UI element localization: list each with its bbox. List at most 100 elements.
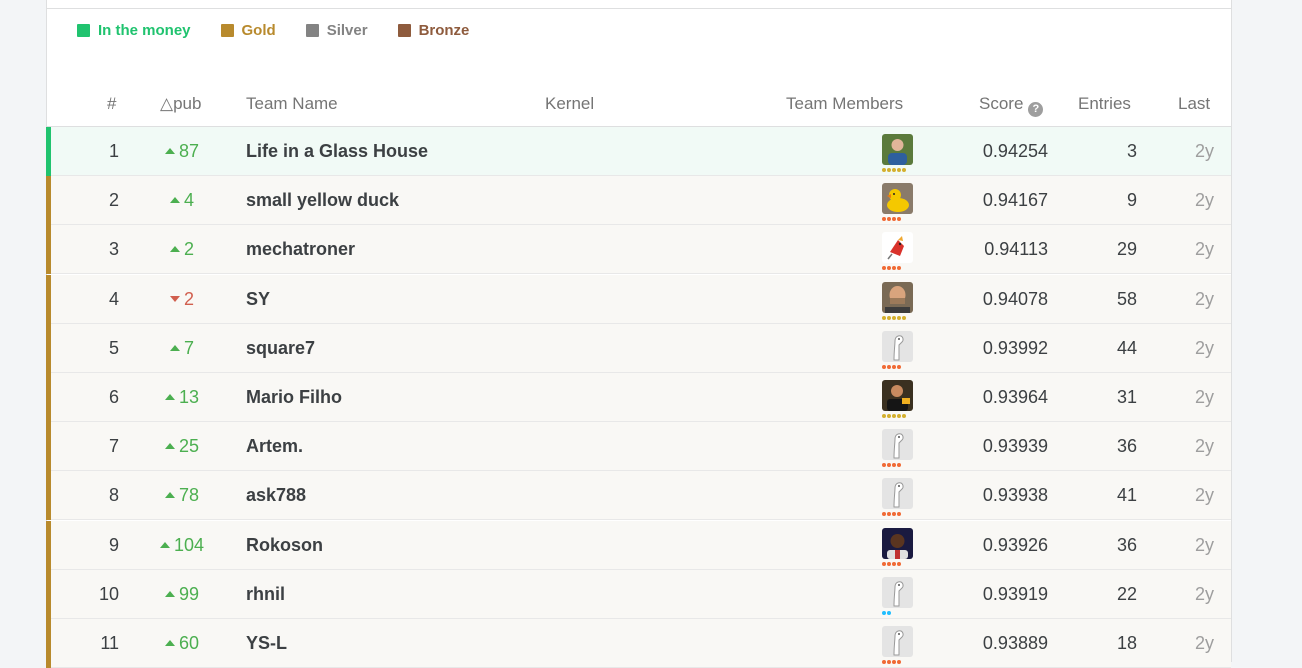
- score-cell: 0.94254: [982, 141, 1048, 161]
- tier-dot: [897, 660, 901, 664]
- col-team-name[interactable]: Team Name: [246, 94, 338, 114]
- delta-cell: 2: [147, 289, 217, 310]
- leaderboard-row[interactable]: 5 7 square7 0.93992 44 2y: [46, 323, 1231, 373]
- team-name-link[interactable]: Rokoson: [246, 535, 323, 556]
- rank-cell: 10: [98, 583, 119, 604]
- tier-dot: [897, 217, 901, 222]
- leaderboard-row[interactable]: 6 13 Mario Filho 0.93964 31 2y: [46, 373, 1231, 422]
- person-blue-shirt-avatar[interactable]: [882, 134, 913, 165]
- tier-dot: [897, 561, 901, 566]
- tier-dot: [902, 315, 906, 320]
- tier-dot: [882, 364, 886, 369]
- legend-swatch: [305, 24, 319, 37]
- leaderboard-row[interactable]: 11 60 YS-L 0.93889 18 2y: [46, 619, 1231, 668]
- rank-cell: 6: [108, 387, 119, 407]
- delta-cell: 87: [147, 141, 217, 162]
- medal-indicator: [46, 619, 51, 668]
- tier-dot: [882, 512, 886, 517]
- medal-indicator: [46, 176, 51, 226]
- default-goose-avatar[interactable]: [882, 330, 913, 362]
- team-name-link[interactable]: mechatroner: [246, 239, 355, 260]
- leaderboard-row[interactable]: 10 99 rhnil 0.93919 22 2y: [46, 569, 1231, 619]
- legend-swatch: [397, 24, 411, 37]
- man-portrait-avatar[interactable]: [882, 527, 913, 559]
- red-bird-avatar[interactable]: [882, 232, 913, 264]
- legend-label: Silver: [326, 22, 368, 39]
- score-cell: 0.93926: [982, 534, 1048, 555]
- col-score[interactable]: Score?: [979, 94, 1044, 117]
- tier-dot: [897, 512, 901, 517]
- delta-value: 104: [173, 534, 205, 555]
- leaderboard-row[interactable]: 1 87 Life in a Glass House 0.94254 3 2y: [46, 127, 1231, 176]
- team-name-link[interactable]: square7: [246, 338, 315, 359]
- entries-cell: 3: [1126, 141, 1137, 161]
- tier-dots: [882, 266, 901, 271]
- default-goose-avatar[interactable]: [882, 626, 913, 657]
- delta-cell: 2: [147, 239, 217, 260]
- tier-dot: [887, 512, 891, 517]
- legend-label: Bronze: [418, 22, 470, 39]
- last-cell: 2y: [1194, 485, 1214, 506]
- medal-legend: In the money Gold Silver Bronze: [77, 22, 499, 39]
- leaderboard-row[interactable]: 9 104 Rokoson 0.93926 36 2y: [46, 520, 1231, 570]
- team-name-link[interactable]: ask788: [246, 485, 306, 506]
- bald-man-avatar[interactable]: [882, 281, 913, 313]
- tier-dot: [897, 414, 901, 418]
- team-name-link[interactable]: SY: [246, 289, 270, 310]
- tier-dot: [887, 315, 891, 320]
- team-name-link[interactable]: rhnil: [246, 584, 285, 605]
- last-cell: 2y: [1194, 583, 1214, 604]
- col-entries[interactable]: Entries: [1078, 94, 1131, 114]
- rubber-duck-avatar[interactable]: [882, 183, 913, 215]
- col-rank[interactable]: #: [107, 94, 116, 114]
- score-cell: 0.93919: [982, 583, 1048, 604]
- tier-dot: [887, 660, 891, 664]
- score-cell: 0.93939: [982, 436, 1048, 457]
- tier-dot: [892, 660, 896, 664]
- tier-dot: [882, 168, 886, 172]
- leaderboard-row[interactable]: 3 2 mechatroner 0.94113 29 2y: [46, 225, 1231, 275]
- score-cell: 0.93964: [982, 387, 1048, 407]
- leaderboard-row[interactable]: 7 25 Artem. 0.93939 36 2y: [46, 422, 1231, 472]
- team-name-link[interactable]: Mario Filho: [246, 387, 342, 408]
- rank-cell: 1: [108, 141, 119, 161]
- team-name-link[interactable]: Artem.: [246, 436, 303, 457]
- entries-cell: 18: [1116, 633, 1137, 653]
- medal-indicator: [46, 323, 51, 373]
- rank-cell: 2: [108, 190, 119, 211]
- man-dark-shirt-avatar[interactable]: [882, 380, 913, 411]
- tier-dot: [887, 217, 891, 222]
- tier-dot: [897, 168, 901, 172]
- tier-dot: [882, 610, 886, 615]
- tier-dot: [892, 315, 896, 320]
- tier-dot: [897, 463, 901, 468]
- tier-dot: [882, 266, 886, 271]
- medal-indicator: [46, 127, 51, 176]
- team-name-link[interactable]: YS-L: [246, 633, 287, 654]
- leaderboard-row[interactable]: 2 4 small yellow duck 0.94167 9 2y: [46, 176, 1231, 226]
- entries-cell: 36: [1116, 436, 1137, 457]
- tier-dot: [882, 463, 886, 468]
- col-kernel[interactable]: Kernel: [545, 94, 594, 114]
- team-name-link[interactable]: small yellow duck: [246, 190, 399, 211]
- legend-label: Gold: [241, 22, 276, 39]
- legend-item: Gold: [220, 22, 276, 39]
- delta-cell: 99: [147, 584, 217, 605]
- last-cell: 2y: [1194, 141, 1214, 161]
- delta-cell: 4: [147, 190, 217, 211]
- col-last[interactable]: Last: [1178, 94, 1210, 114]
- tier-dot: [897, 364, 901, 369]
- default-goose-avatar[interactable]: [882, 429, 913, 461]
- triangle-up-icon: [169, 197, 180, 204]
- leaderboard-row[interactable]: 8 78 ask788 0.93938 41 2y: [46, 471, 1231, 521]
- leaderboard-row[interactable]: 4 2 SY 0.94078 58 2y: [46, 274, 1231, 324]
- team-name-link[interactable]: Life in a Glass House: [246, 141, 428, 162]
- default-goose-avatar[interactable]: [882, 576, 913, 608]
- col-team-members[interactable]: Team Members: [786, 94, 903, 114]
- col-delta-pub[interactable]: △pub: [160, 94, 201, 114]
- default-goose-avatar[interactable]: [882, 478, 913, 510]
- divider: [47, 8, 1231, 9]
- medal-indicator: [46, 569, 51, 619]
- help-icon[interactable]: ?: [1028, 102, 1044, 117]
- triangle-up-icon: [164, 394, 175, 400]
